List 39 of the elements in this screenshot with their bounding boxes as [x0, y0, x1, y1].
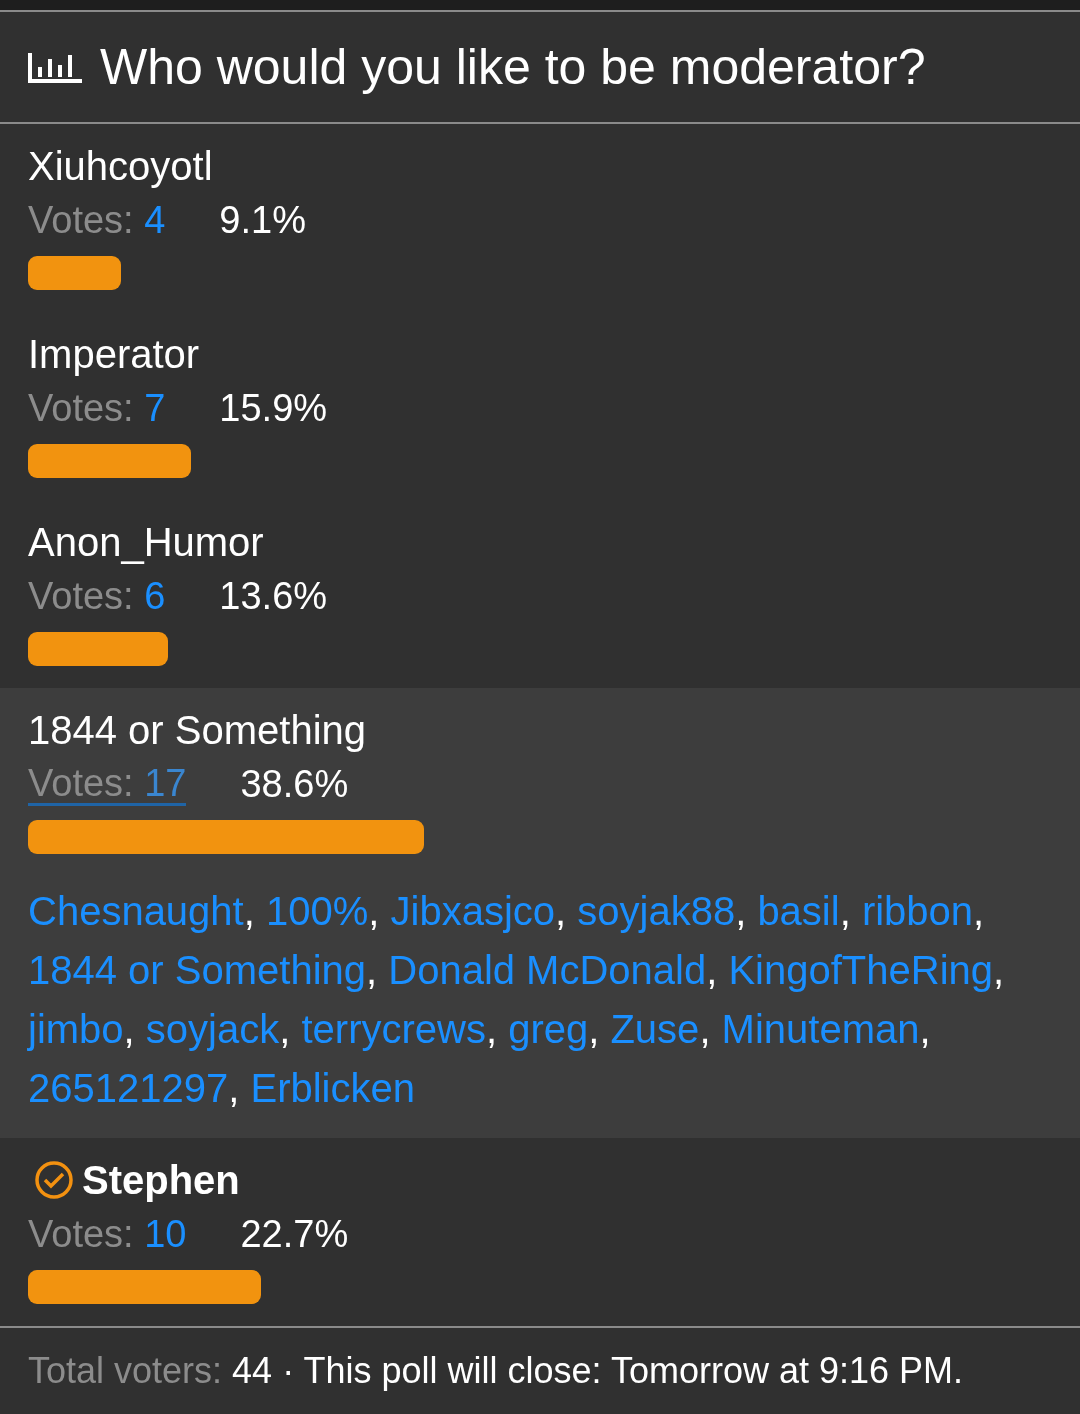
voter-link[interactable]: jimbo [28, 1007, 124, 1051]
voter-link[interactable]: Minuteman [721, 1007, 920, 1051]
voter-link[interactable]: Donald McDonald [388, 948, 707, 992]
votes-link[interactable]: Votes: 10 [28, 1212, 187, 1256]
voter-link[interactable]: ribbon [861, 889, 974, 933]
poll-title: Who would you like to be moderator? [100, 38, 926, 96]
option-name: Xiuhcoyotl [28, 143, 213, 189]
voter-link[interactable]: Zuse [610, 1007, 700, 1051]
total-voters-count: 44 [232, 1350, 273, 1392]
option-name: 1844 or Something [28, 707, 366, 753]
voter-link[interactable]: Jibxasjco [390, 889, 556, 933]
vote-percentage: 22.7% [240, 1212, 349, 1256]
check-circle-icon [34, 1160, 74, 1200]
voter-link[interactable]: 1844 or Something [28, 948, 366, 992]
total-voters-label: Total voters: [28, 1350, 223, 1392]
option-name: Anon_Humor [28, 519, 264, 565]
voter-link[interactable]: 265121297 [28, 1066, 229, 1110]
voter-link[interactable]: soyjack [145, 1007, 280, 1051]
voter-link[interactable]: terrycrews [301, 1007, 486, 1051]
voter-link[interactable]: KingofTheRing [728, 948, 994, 992]
voter-link[interactable]: greg [508, 1007, 589, 1051]
vote-percentage: 13.6% [219, 574, 328, 618]
poll-close-text: · This poll will close: Tomorrow at 9:16 PM. [282, 1350, 964, 1392]
option-name: Stephen [82, 1157, 240, 1203]
voter-link[interactable]: Erblicken [250, 1066, 415, 1110]
votes-link[interactable]: Votes: 17 [28, 762, 187, 806]
vote-percentage: 38.6% [240, 762, 349, 806]
voter-list: Chesnaught, 100%, Jibxasjco, soyjak88, basil, ribbon, 1844 or Something, Donald McDonald, KingofTheRing, jimbo, soyjack, terrycrews, greg, Zuse, Minuteman, 265121297, Erblicken [28, 882, 1052, 1118]
voter-link[interactable]: soyjak88 [577, 889, 736, 933]
votes-link[interactable]: Votes: 6 [28, 574, 166, 618]
voter-link[interactable]: basil [757, 889, 840, 933]
votes-link[interactable]: Votes: 7 [28, 386, 166, 430]
option-name: Imperator [28, 331, 200, 377]
votes-link[interactable]: Votes: 4 [28, 198, 166, 242]
voter-link[interactable]: Chesnaught [28, 889, 244, 933]
vote-percentage: 15.9% [219, 386, 328, 430]
voter-link[interactable]: 100% [265, 889, 369, 933]
vote-percentage: 9.1% [219, 198, 306, 242]
bar-chart-icon [28, 51, 84, 83]
